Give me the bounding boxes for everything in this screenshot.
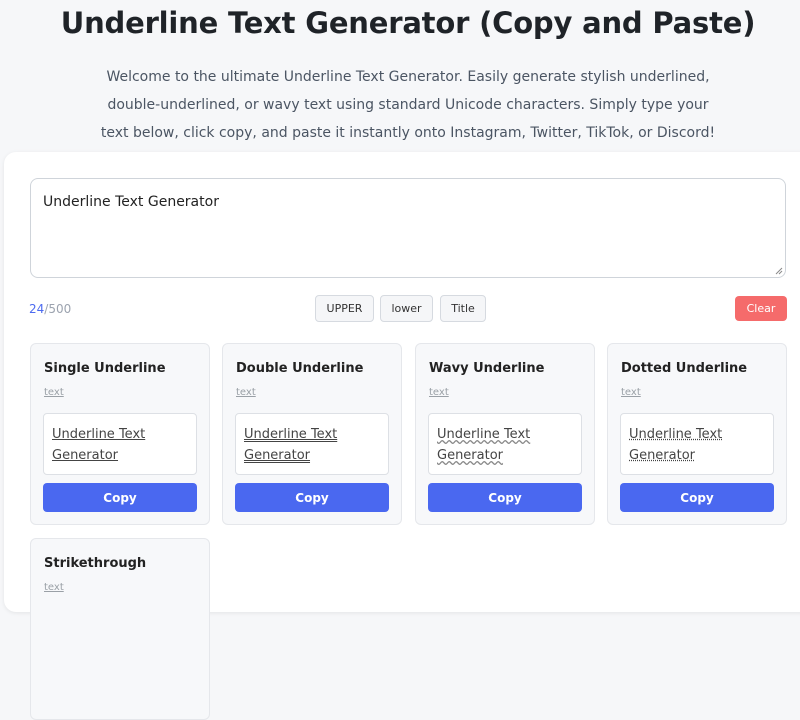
card-subtitle: text <box>44 582 64 593</box>
card-title: Wavy Underline <box>429 361 545 376</box>
card-title: Double Underline <box>236 361 364 376</box>
style-card-single: Single Underline text Underline Text Gen… <box>30 343 210 525</box>
card-subtitle: text <box>429 387 449 398</box>
uppercase-button[interactable]: UPPER <box>315 295 374 322</box>
card-subtitle: text <box>621 387 641 398</box>
char-max: /500 <box>44 302 72 316</box>
card-title: Strikethrough <box>44 556 147 571</box>
intro-text: Welcome to the ultimate Underline Text G… <box>100 69 716 141</box>
card-output[interactable]: Underline Text Generator <box>235 413 389 475</box>
char-counter: 24/500 <box>29 302 71 316</box>
card-subtitle: text <box>236 387 256 398</box>
style-card-strikethrough: Strikethrough text <box>30 538 210 720</box>
char-count: 24 <box>29 302 45 316</box>
text-input[interactable]: Underline Text Generator <box>30 178 786 278</box>
style-card-double: Double Underline text Underline Text Gen… <box>222 343 402 525</box>
copy-button[interactable]: Copy <box>43 483 197 512</box>
titlecase-button[interactable]: Title <box>440 295 486 322</box>
card-output[interactable]: Underline Text Generator <box>428 413 582 475</box>
card-title: Dotted Underline <box>621 361 748 376</box>
lowercase-button[interactable]: lower <box>380 295 433 322</box>
copy-button[interactable]: Copy <box>428 483 582 512</box>
style-card-dotted: Dotted Underline text Underline Text Gen… <box>607 343 787 525</box>
text-input-value: Underline Text Generator <box>43 194 219 210</box>
card-output[interactable]: Underline Text Generator <box>620 413 774 475</box>
copy-button[interactable]: Copy <box>620 483 774 512</box>
card-subtitle: text <box>44 387 64 398</box>
copy-button[interactable]: Copy <box>235 483 389 512</box>
card-title: Single Underline <box>44 361 166 376</box>
style-card-wavy: Wavy Underline text Underline Text Gener… <box>415 343 595 525</box>
clear-button[interactable]: Clear <box>735 296 787 321</box>
card-output[interactable]: Underline Text Generator <box>43 413 197 475</box>
resize-handle-icon[interactable] <box>775 267 783 275</box>
page-title: Underline Text Generator (Copy and Paste… <box>60 6 756 40</box>
